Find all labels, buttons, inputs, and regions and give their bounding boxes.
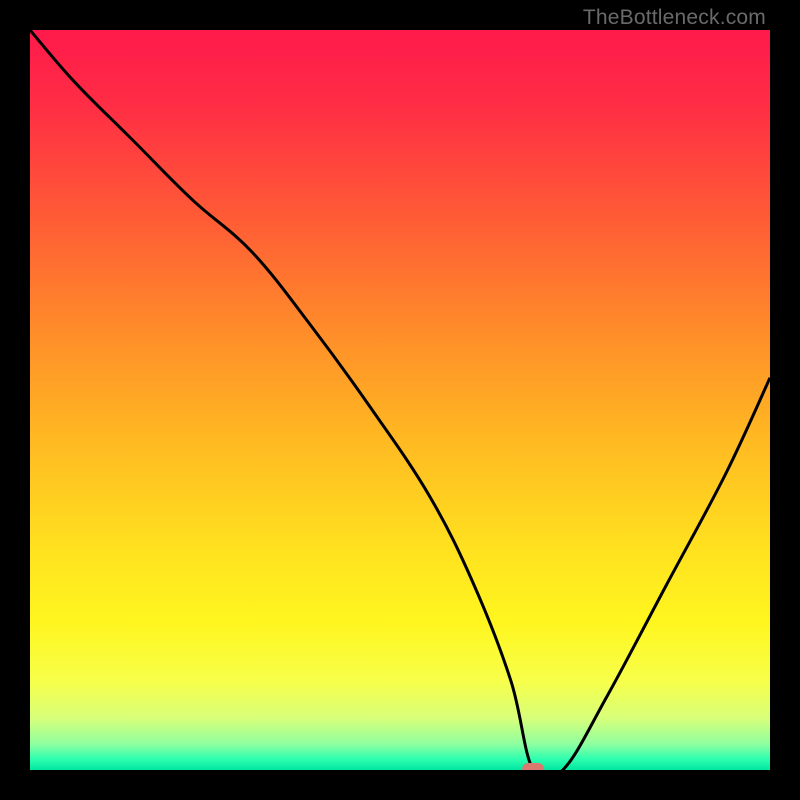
bottleneck-chart [30, 30, 770, 770]
optimal-point-marker [522, 763, 544, 770]
plot-area [30, 30, 770, 770]
chart-frame: TheBottleneck.com [0, 0, 800, 800]
gradient-background [30, 30, 770, 770]
watermark-text: TheBottleneck.com [583, 6, 766, 30]
